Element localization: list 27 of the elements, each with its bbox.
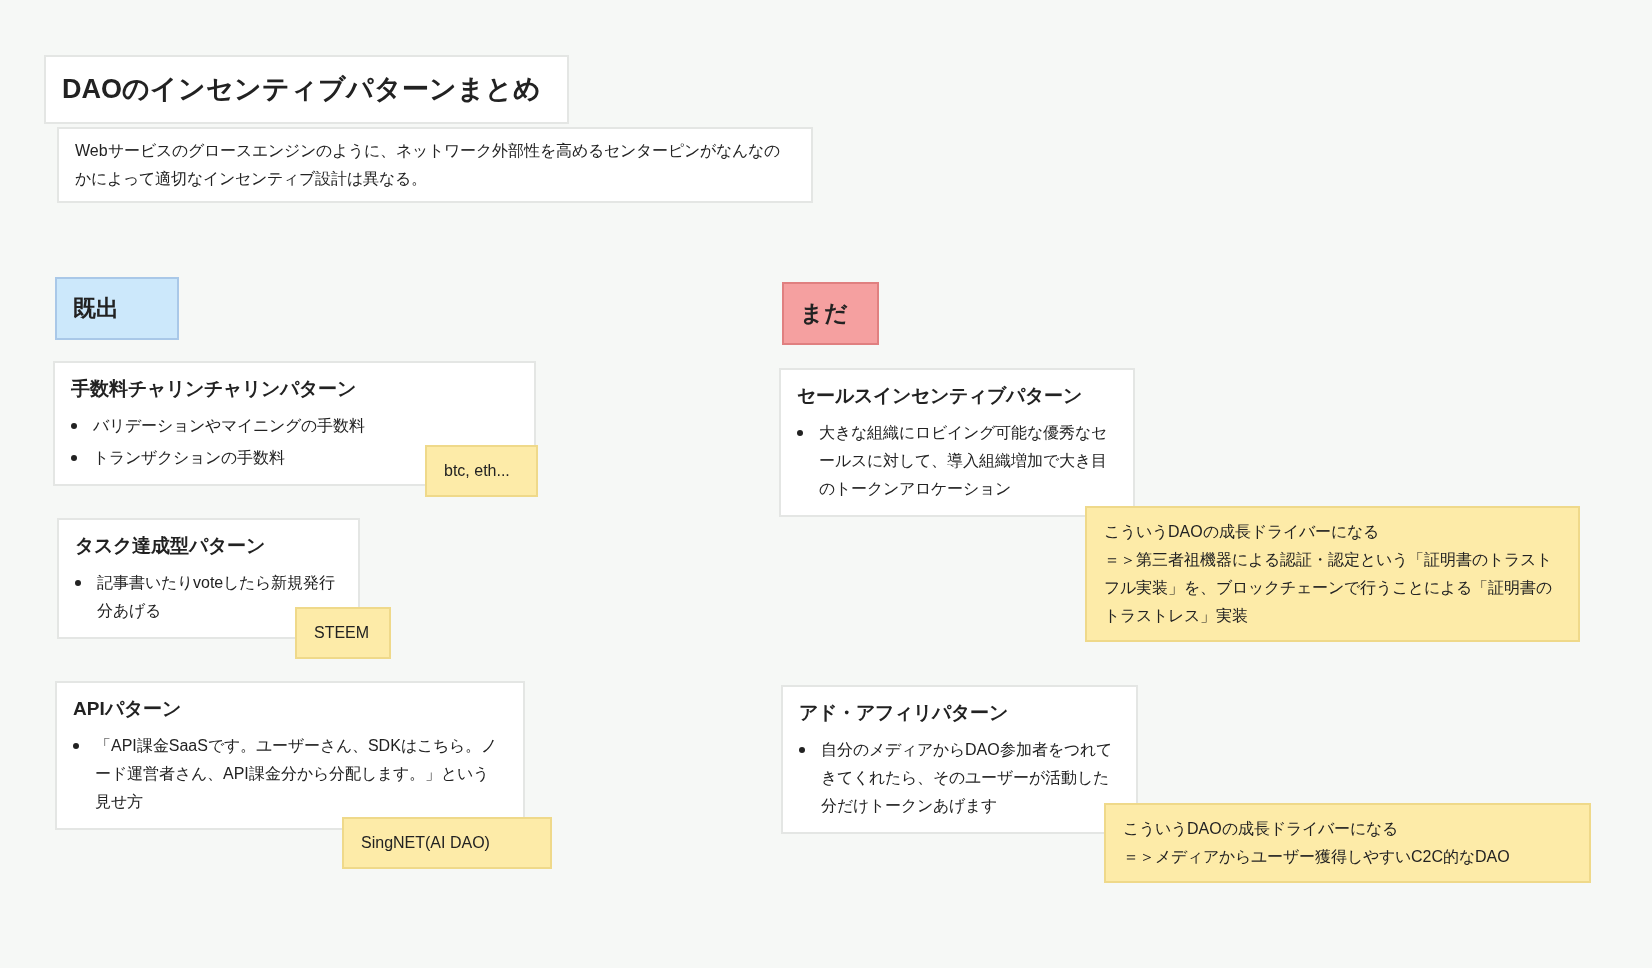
bullet-icon <box>799 746 805 753</box>
bullet-text: 大きな組織にロビイング可能な優秀なセールスに対して、導入組織増加で大き目のトークンアロケーション <box>819 422 1108 499</box>
sticky-note: SingNET(AI DAO) <box>342 817 552 869</box>
note-line: ＝＞メディアからユーザー獲得しやすいC2C的なDAO <box>1123 847 1511 867</box>
bullet-icon <box>797 429 803 436</box>
bullet-icon <box>71 454 77 461</box>
sticky-note: STEEM <box>295 607 391 659</box>
bullet-icon <box>75 579 81 586</box>
card-title: セールスインセンティブパターン <box>797 384 1083 408</box>
sticky-note: btc, eth... <box>425 445 538 497</box>
card-title: タスク達成型パターン <box>75 534 266 558</box>
card-title: アド・アフィリパターン <box>799 701 1009 725</box>
bullet-text: トランザクションの手数料 <box>93 447 286 468</box>
bullet-text: 「API課金SaaSです。ユーザーさん、SDKはこちら。ノード運営者さん、API課金分から分配します。」という見せ方 <box>95 735 498 812</box>
card-title: 手数料チャリンチャリンパターン <box>71 377 357 401</box>
note-line: ＝＞第三者祖機器による認証・認定という「証明書のトラストフル実装」を、ブロックチェーンで行うことによる「証明書のトラストレス」実装 <box>1104 550 1553 626</box>
board-title: DAOのインセンティブパターンまとめ <box>44 55 569 124</box>
section-label: まだ <box>782 282 879 345</box>
section-label: 既出 <box>55 277 179 340</box>
bullet-icon <box>71 422 77 429</box>
note-line: こういうDAOの成長ドライバーになる <box>1123 819 1399 839</box>
card-title: APIパターン <box>73 697 182 721</box>
note-line: こういうDAOの成長ドライバーになる <box>1104 522 1380 542</box>
bullet-text: バリデーションやマイニングの手数料 <box>93 415 366 436</box>
description-note: Webサービスのグロースエンジンのように、ネットワーク外部性を高めるセンターピンがなんなのかによって適切なインセンティブ設計は異なる。 <box>57 127 813 203</box>
bullet-icon <box>73 742 79 749</box>
bullet-text: 自分のメディアからDAO参加者をつれてきてくれたら、そのユーザーが活動した分だけトークンあげます <box>821 739 1113 816</box>
